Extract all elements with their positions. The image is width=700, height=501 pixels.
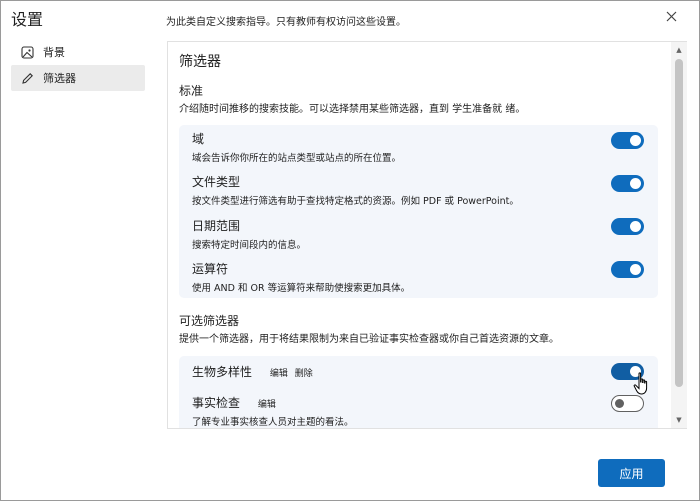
filter-description: 了解专业事实核查人员对主题的看法。 <box>192 417 354 428</box>
filter-row-operators: 运算符 使用 AND 和 OR 等运算符来帮助使搜索更加具体。 <box>192 260 658 294</box>
close-icon[interactable] <box>662 7 680 25</box>
dialog-subtitle: 为此类自定义搜索指导。只有教师有权访问这些设置。 <box>166 17 406 28</box>
optional-filters-card: 生物多样性 编辑 删除 事实检查 编辑 了解专业事实核查人员对主题的看法。 <box>179 356 658 428</box>
filter-title: 域 <box>192 132 205 146</box>
standard-group-title: 标准 <box>179 84 204 98</box>
scroll-thumb[interactable] <box>675 59 683 387</box>
filter-description: 按文件类型进行筛选有助于查找特定格式的资源。例如 PDF 或 PowerPoin… <box>192 196 519 207</box>
edit-link[interactable]: 编辑 <box>258 400 276 410</box>
sidebar-item-filters[interactable]: 筛选器 <box>11 65 145 91</box>
hand-cursor-icon <box>633 372 651 396</box>
apply-button[interactable]: 应用 <box>598 459 665 487</box>
operators-toggle[interactable] <box>611 261 644 278</box>
dialog-title: 设置 <box>11 10 44 29</box>
filter-description: 搜索特定时间段内的信息。 <box>192 240 307 251</box>
section-title: 筛选器 <box>179 54 221 70</box>
domain-toggle[interactable] <box>611 132 644 149</box>
standard-filters-card: 域 域会告诉你你所在的站点类型或站点的所在位置。 文件类型 按文件类型进行筛选有… <box>179 125 658 298</box>
settings-dialog: 设置 为此类自定义搜索指导。只有教师有权访问这些设置。 背景 筛选器 筛选器 标… <box>0 0 700 501</box>
filter-row-domain: 域 域会告诉你你所在的站点类型或站点的所在位置。 <box>192 130 658 164</box>
filter-row-file-type: 文件类型 按文件类型进行筛选有助于查找特定格式的资源。例如 PDF 或 Powe… <box>192 173 658 207</box>
vertical-scrollbar[interactable]: ▲ ▼ <box>671 41 687 429</box>
date-range-toggle[interactable] <box>611 218 644 235</box>
sidebar-item-background[interactable]: 背景 <box>11 39 145 65</box>
filter-row-fact-check: 事实检查 编辑 了解专业事实核查人员对主题的看法。 <box>192 394 658 428</box>
filter-title: 生物多样性 <box>192 365 253 379</box>
sidebar-item-label: 背景 <box>43 46 65 59</box>
standard-group-description: 介绍随时间推移的搜索技能。可以选择禁用某些筛选器，直到 学生准备就 绪。 <box>179 104 526 115</box>
filter-title: 事实检查 <box>192 396 241 410</box>
filter-title: 日期范围 <box>192 219 241 233</box>
filter-title: 运算符 <box>192 262 229 276</box>
optional-group-title: 可选筛选器 <box>179 314 240 328</box>
scroll-down-icon[interactable]: ▼ <box>671 413 687 427</box>
delete-link[interactable]: 删除 <box>295 369 313 379</box>
filter-row-biodiversity: 生物多样性 编辑 删除 <box>192 363 658 380</box>
edit-link[interactable]: 编辑 <box>270 369 288 379</box>
optional-group-description: 提供一个筛选器，用于将结果限制为来自已验证事实检查器或你自己首选资源的文章。 <box>179 334 559 345</box>
file-type-toggle[interactable] <box>611 175 644 192</box>
filter-description: 域会告诉你你所在的站点类型或站点的所在位置。 <box>192 153 402 164</box>
scroll-up-icon[interactable]: ▲ <box>671 43 687 57</box>
fact-check-toggle[interactable] <box>611 395 644 412</box>
pencil-icon <box>20 71 34 85</box>
filters-panel: 筛选器 标准 介绍随时间推移的搜索技能。可以选择禁用某些筛选器，直到 学生准备就… <box>167 41 671 429</box>
image-icon <box>20 45 34 59</box>
sidebar-item-label: 筛选器 <box>43 72 76 85</box>
filter-row-date-range: 日期范围 搜索特定时间段内的信息。 <box>192 217 658 251</box>
sidebar: 背景 筛选器 <box>11 39 145 91</box>
filter-title: 文件类型 <box>192 175 241 189</box>
filter-description: 使用 AND 和 OR 等运算符来帮助使搜索更加具体。 <box>192 283 411 294</box>
